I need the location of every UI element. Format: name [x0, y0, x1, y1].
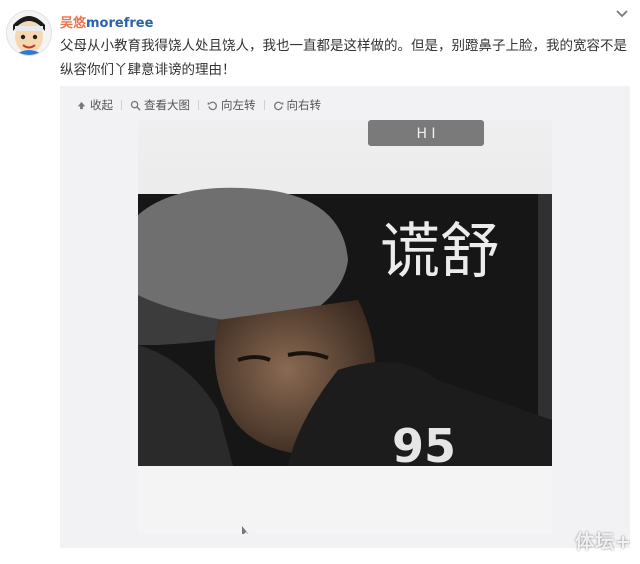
toolbar-divider	[121, 100, 122, 110]
rotate-left-icon	[207, 101, 217, 110]
toolbar-divider	[263, 100, 265, 110]
toolbar-divider	[198, 100, 199, 110]
post-photo[interactable]: H I 95 谎舒	[138, 120, 552, 534]
rotate-left-label: 向左转	[221, 98, 256, 112]
magnifier-icon	[130, 100, 141, 111]
rotate-right-label: 向右转	[286, 98, 322, 112]
screen-toolbar-letters: H I	[416, 126, 435, 142]
watermark-text: 体坛+	[575, 531, 632, 553]
avatar-cartoon	[7, 11, 51, 55]
jersey-number: 95	[392, 419, 456, 473]
photo-image: H I 95 谎舒	[138, 120, 552, 534]
collapse-button[interactable]: 收起	[76, 97, 113, 113]
view-large-label: 查看大图	[144, 98, 190, 112]
view-large-button[interactable]: 查看大图	[130, 97, 190, 113]
calligraphy-text: 谎舒	[380, 217, 500, 287]
rotate-right-button[interactable]: 向右转	[273, 97, 322, 113]
username-latin: morefree	[86, 16, 154, 31]
collapse-icon	[77, 101, 86, 109]
collapse-label: 收起	[90, 98, 113, 112]
post-text: 父母从小教育我得饶人处且饶人，我也一直都是这样做的。但是，别蹬鼻子上脸，我的宽容…	[60, 38, 627, 78]
rotate-left-button[interactable]: 向左转	[207, 97, 256, 113]
username-cn: 吴悠	[60, 16, 87, 31]
rotate-right-icon	[273, 101, 283, 110]
media-toolbar: 收起 查看大图 向左转 向右转	[76, 96, 321, 114]
username-link[interactable]: 吴悠morefree	[60, 12, 153, 31]
chevron-down-icon[interactable]	[614, 6, 630, 22]
avatar[interactable]	[6, 10, 52, 56]
